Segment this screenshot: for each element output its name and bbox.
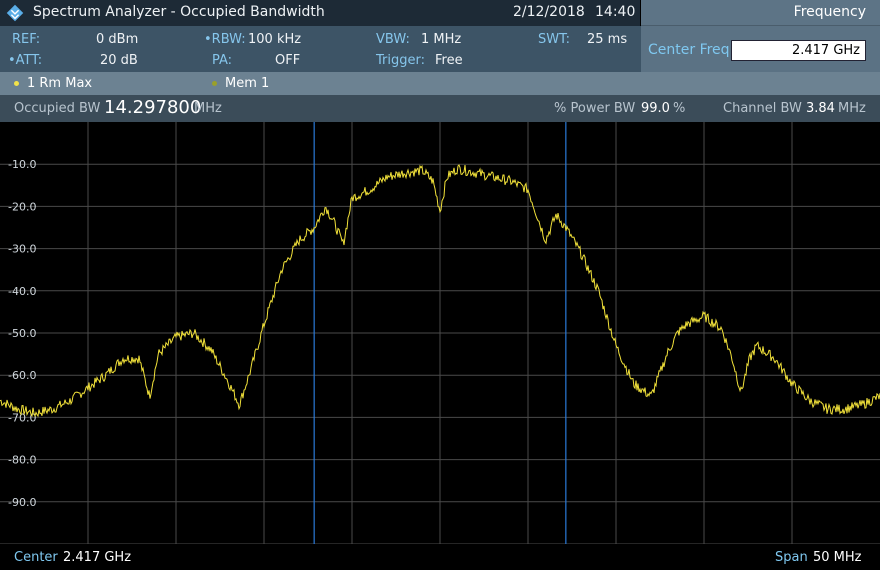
frequency-tab[interactable]: Frequency: [641, 0, 880, 26]
parameter-area[interactable]: REF: 0 dBm •ATT: 20 dB •RBW: 100 kHz PA:…: [0, 26, 641, 72]
y-tick-label: -30.0: [8, 243, 36, 256]
rohde-schwarz-logo-icon: [6, 4, 24, 22]
y-tick-label: -20.0: [8, 200, 36, 213]
obw-unit: MHz: [194, 101, 222, 116]
results-bar: Occupied BW 14.297800 MHz % Power BW 99.…: [0, 95, 880, 122]
vbw-value: 1 MHz: [421, 32, 462, 47]
ref-value: 0 dBm: [96, 32, 139, 47]
att-label: •ATT:: [8, 53, 43, 68]
rbw-value: 100 kHz: [248, 32, 302, 47]
y-tick-label: -90.0: [8, 496, 36, 509]
plot-grid: [0, 122, 880, 544]
title-time: 14:40: [595, 4, 636, 20]
trigger-label: Trigger:: [376, 53, 425, 68]
power-bw-label: % Power BW: [554, 101, 636, 116]
center-value: 2.417 GHz: [63, 550, 132, 565]
swt-label: SWT:: [538, 32, 570, 47]
center-label: Center: [14, 550, 58, 565]
trigger-value: Free: [435, 53, 463, 68]
span-label: Span: [775, 550, 808, 565]
bottom-bar: Center 2.417 GHz Span 50 MHz: [0, 544, 880, 570]
channel-bw-label: Channel BW: [723, 101, 802, 116]
span-value: 50 MHz: [813, 550, 862, 565]
channel-bw-value: 3.84: [806, 101, 835, 116]
pa-value: OFF: [275, 53, 301, 68]
y-tick-label: -60.0: [8, 369, 36, 382]
att-value: 20 dB: [100, 53, 138, 68]
rbw-label: •RBW:: [204, 32, 246, 47]
trace1-label[interactable]: 1 Rm Max: [27, 76, 92, 91]
swt-value: 25 ms: [587, 32, 628, 47]
pa-label: PA:: [212, 53, 233, 68]
trace-bar: 1 Rm Max Mem 1: [0, 72, 880, 95]
y-tick-label: -40.0: [8, 285, 36, 298]
obw-value: 14.297800: [104, 97, 202, 118]
title-date: 2/12/2018: [513, 4, 585, 20]
y-tick-label: -80.0: [8, 454, 36, 467]
y-axis-labels: -10.0-20.0-30.0-40.0-50.0-60.0-70.0-80.0…: [8, 158, 36, 509]
center-freq-label: Center Freq: [648, 42, 730, 58]
power-bw-unit: %: [673, 101, 686, 116]
vbw-label: VBW:: [376, 32, 410, 47]
center-freq-input[interactable]: 2.417 GHz: [731, 40, 866, 61]
trace1-dot-icon: [14, 81, 19, 86]
y-tick-label: -10.0: [8, 158, 36, 171]
title-bar: Spectrum Analyzer - Occupied Bandwidth 2…: [0, 0, 640, 26]
y-tick-label: -50.0: [8, 327, 36, 340]
channel-bw-unit: MHz: [838, 101, 866, 116]
trace2-dot-icon: [212, 81, 217, 86]
app-title: Spectrum Analyzer - Occupied Bandwidth: [33, 4, 325, 20]
trace2-label[interactable]: Mem 1: [225, 76, 269, 91]
ref-label: REF:: [12, 32, 41, 47]
obw-label: Occupied BW: [14, 101, 101, 116]
spectrum-plot[interactable]: -10.0-20.0-30.0-40.0-50.0-60.0-70.0-80.0…: [0, 122, 880, 544]
frequency-panel: Frequency Center Freq 2.417 GHz: [641, 0, 880, 72]
power-bw-value: 99.0: [641, 101, 670, 116]
